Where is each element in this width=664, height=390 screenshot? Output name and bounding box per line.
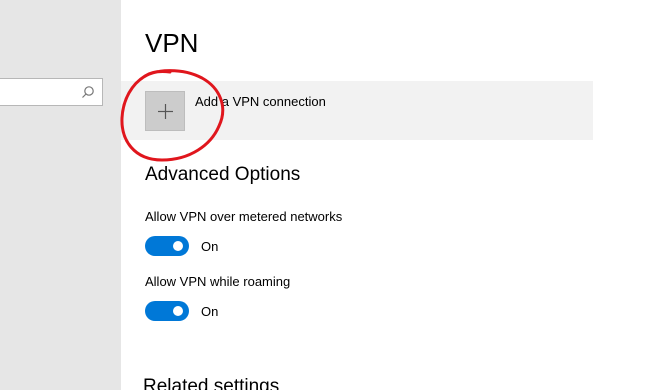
settings-search-box[interactable] [0,78,103,106]
metered-networks-label: Allow VPN over metered networks [145,209,343,224]
search-icon[interactable] [81,85,95,99]
roaming-toggle-knob [173,306,183,316]
roaming-state: On [201,304,219,319]
vpn-content: VPN Add a VPN connection Advanced Option… [121,0,664,390]
metered-networks-toggle-knob [173,241,183,251]
add-vpn-connection-button[interactable]: Add a VPN connection [121,81,593,140]
page-title: VPN [145,28,199,58]
add-vpn-connection-label: Add a VPN connection [195,94,326,109]
settings-search-input[interactable] [0,79,89,105]
plus-icon [158,104,173,119]
roaming-label: Allow VPN while roaming [145,274,291,289]
advanced-options-heading: Advanced Options [145,164,301,185]
metered-networks-toggle[interactable] [145,236,189,256]
vpn-settings-page: VPN Add a VPN connection Advanced Option… [0,0,664,390]
related-settings-heading: Related settings [143,376,280,390]
metered-networks-state: On [201,239,219,254]
add-vpn-tile[interactable] [145,91,185,131]
settings-sidebar [0,0,121,390]
roaming-toggle[interactable] [145,301,189,321]
